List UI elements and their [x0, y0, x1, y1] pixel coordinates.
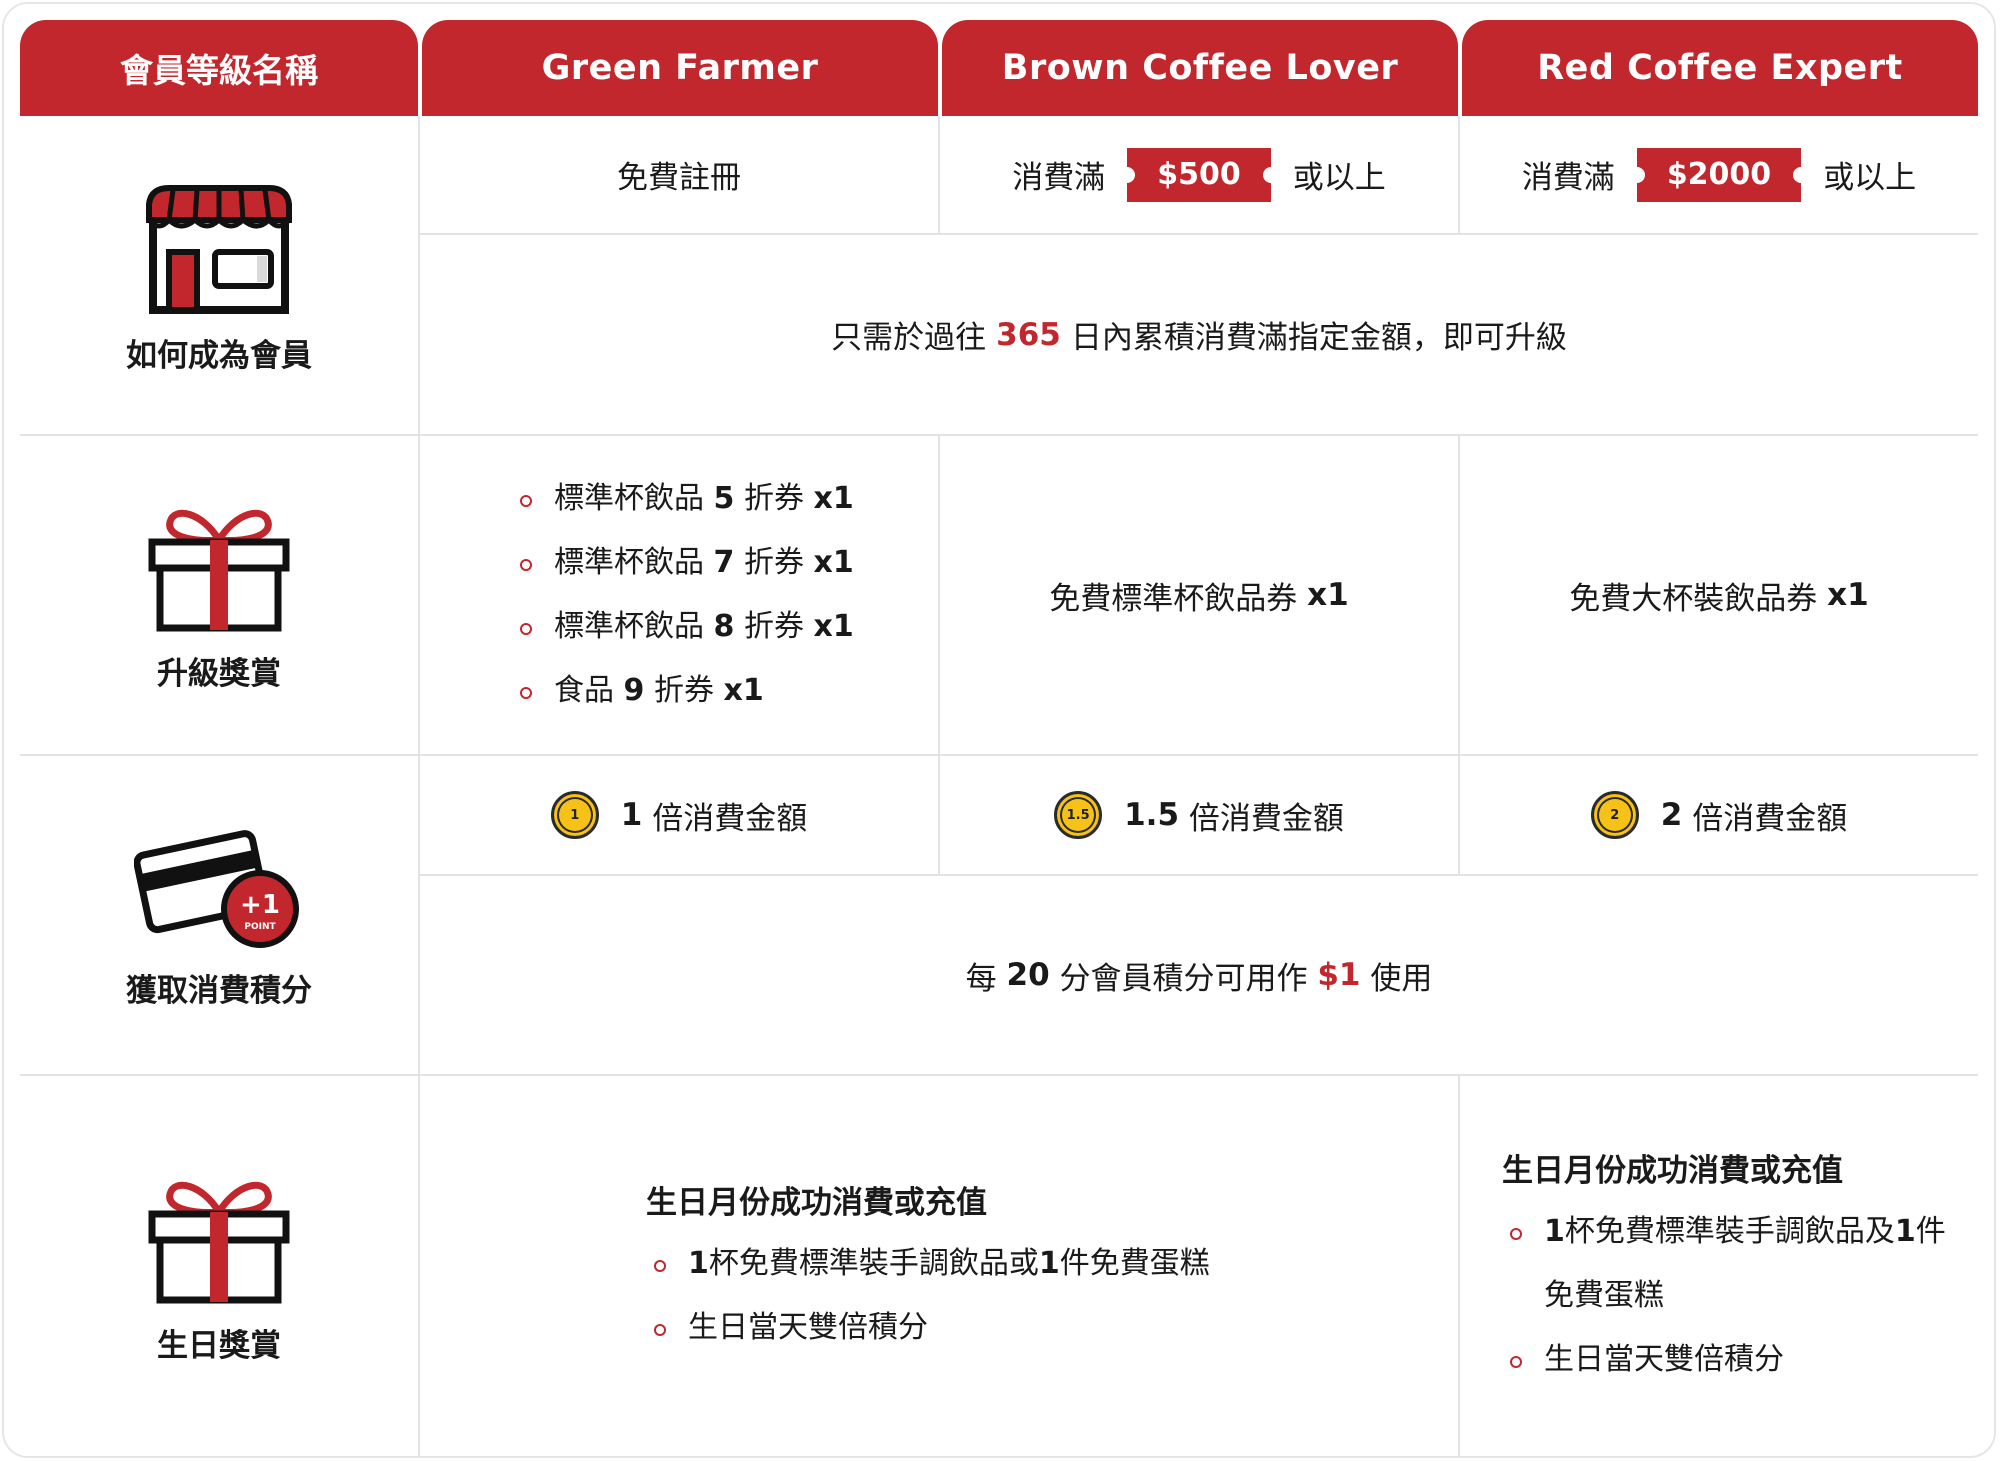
- birthday-right-list: 1杯免費標準裝手調飲品及1件免費蛋糕 生日當天雙倍積分: [1510, 1200, 1948, 1392]
- red-join-suffix: 或以上: [1823, 160, 1917, 196]
- row-label: 生日獎賞: [157, 1327, 281, 1364]
- row-header-join: 如何成為會員: [20, 116, 418, 434]
- list-item: 1杯免費標準裝手調飲品及1件免費蛋糕: [1510, 1200, 1948, 1328]
- brown-join-prefix: 消費滿: [1012, 160, 1106, 196]
- red-points-cell: 2 2 倍消費金額: [1460, 756, 1978, 874]
- row-label: 升級獎賞: [157, 655, 281, 692]
- list-item: 標準杯飲品 7 折券 x1: [520, 531, 854, 595]
- green-points-cell: 1 1 倍消費金額: [420, 756, 938, 874]
- brown-amount-badge: $500: [1119, 147, 1279, 202]
- row-label: 如何成為會員: [126, 337, 312, 374]
- header-tier-name: 會員等級名稱: [20, 20, 418, 116]
- birthday-left-list: 1杯免費標準裝手調飲品或1件免費蛋糕 生日當天雙倍積分: [654, 1232, 1210, 1360]
- brown-join-suffix: 或以上: [1292, 160, 1386, 196]
- join-note-days: 365: [996, 316, 1061, 353]
- store-icon: [146, 184, 292, 314]
- card-point-icon: +1 POINT: [134, 829, 299, 948]
- points-note: 每 20 分會員積分可用作 $1 使用: [420, 876, 1978, 1074]
- green-points-multiplier: 1: [620, 797, 643, 833]
- red-upgrade-qty: x1: [1827, 577, 1869, 613]
- row-header-birthday: 生日獎賞: [20, 1076, 418, 1458]
- green-join-text: 免費註冊: [617, 160, 741, 196]
- row-label: 獲取消費積分: [126, 972, 312, 1009]
- brown-join-cell: 消費滿 $500 或以上: [940, 116, 1458, 233]
- join-note: 只需於過往 365 日內累積消費滿指定金額，即可升級: [420, 235, 1978, 434]
- gift-icon: [148, 1181, 290, 1303]
- red-amount-badge: $2000: [1628, 147, 1810, 202]
- green-upgrade-cell: 標準杯飲品 5 折券 x1 標準杯飲品 7 折券 x1 標準杯飲品 8 折券 x…: [420, 436, 938, 754]
- join-note-post: 日內累積消費滿指定金額，即可升級: [1070, 320, 1567, 356]
- brown-points-text: 倍消費金額: [1188, 800, 1344, 837]
- birthday-right-cell: 生日月份成功消費或充值 1杯免費標準裝手調飲品及1件免費蛋糕 生日當天雙倍積分: [1460, 1076, 1978, 1458]
- join-note-pre: 只需於過往: [831, 320, 987, 356]
- coin-icon: 1.5: [1054, 791, 1103, 839]
- list-item: 標準杯飲品 8 折券 x1: [520, 595, 854, 659]
- header-green-farmer: Green Farmer: [422, 20, 938, 116]
- red-join-prefix: 消費滿: [1521, 160, 1615, 196]
- row-header-upgrade: 升級獎賞: [20, 436, 418, 754]
- brown-points-multiplier: 1.5: [1124, 797, 1180, 833]
- red-join-cell: 消費滿 $2000 或以上: [1460, 116, 1978, 233]
- points-note-num: 20: [1006, 957, 1050, 993]
- green-points-text: 倍消費金額: [652, 800, 808, 837]
- list-item: 食品 9 折券 x1: [520, 659, 854, 723]
- brown-points-cell: 1.5 1.5 倍消費金額: [940, 756, 1458, 874]
- header-red-coffee-expert: Red Coffee Expert: [1462, 20, 1978, 116]
- list-item: 標準杯飲品 5 折券 x1: [520, 467, 854, 531]
- list-item: 生日當天雙倍積分: [1510, 1328, 1948, 1392]
- points-note-mid: 分會員積分可用作: [1059, 960, 1308, 997]
- coin-icon: 1: [550, 791, 599, 839]
- red-upgrade-text: 免費大杯裝飲品券: [1569, 580, 1818, 617]
- red-upgrade-cell: 免費大杯裝飲品券 x1: [1460, 436, 1978, 754]
- header-brown-coffee-lover: Brown Coffee Lover: [942, 20, 1458, 116]
- green-join-cell: 免費註冊: [420, 116, 938, 233]
- birthday-left-title: 生日月份成功消費或充值: [646, 1185, 987, 1221]
- point-badge-sub: POINT: [244, 922, 276, 932]
- brown-upgrade-qty: x1: [1307, 577, 1349, 613]
- birthday-right-title: 生日月份成功消費或充值: [1502, 1153, 1843, 1189]
- points-note-amount: $1: [1317, 957, 1361, 993]
- brown-upgrade-text: 免費標準杯飲品券: [1049, 580, 1298, 617]
- list-item: 生日當天雙倍積分: [654, 1296, 1210, 1360]
- brown-upgrade-cell: 免費標準杯飲品券 x1: [940, 436, 1458, 754]
- birthday-left-cell: 生日月份成功消費或充值 1杯免費標準裝手調飲品或1件免費蛋糕 生日當天雙倍積分: [420, 1076, 1458, 1458]
- list-item: 1杯免費標準裝手調飲品或1件免費蛋糕: [654, 1232, 1210, 1296]
- points-note-pre: 每: [965, 960, 997, 997]
- row-header-points: +1 POINT 獲取消費積分: [20, 756, 418, 1074]
- point-badge: +1: [240, 890, 280, 920]
- points-note-post: 使用: [1370, 960, 1433, 997]
- green-upgrade-list: 標準杯飲品 5 折券 x1 標準杯飲品 7 折券 x1 標準杯飲品 8 折券 x…: [520, 467, 854, 723]
- red-points-multiplier: 2: [1660, 797, 1683, 833]
- gift-icon: [148, 509, 290, 631]
- coin-icon: 2: [1590, 791, 1639, 839]
- red-points-text: 倍消費金額: [1692, 800, 1848, 837]
